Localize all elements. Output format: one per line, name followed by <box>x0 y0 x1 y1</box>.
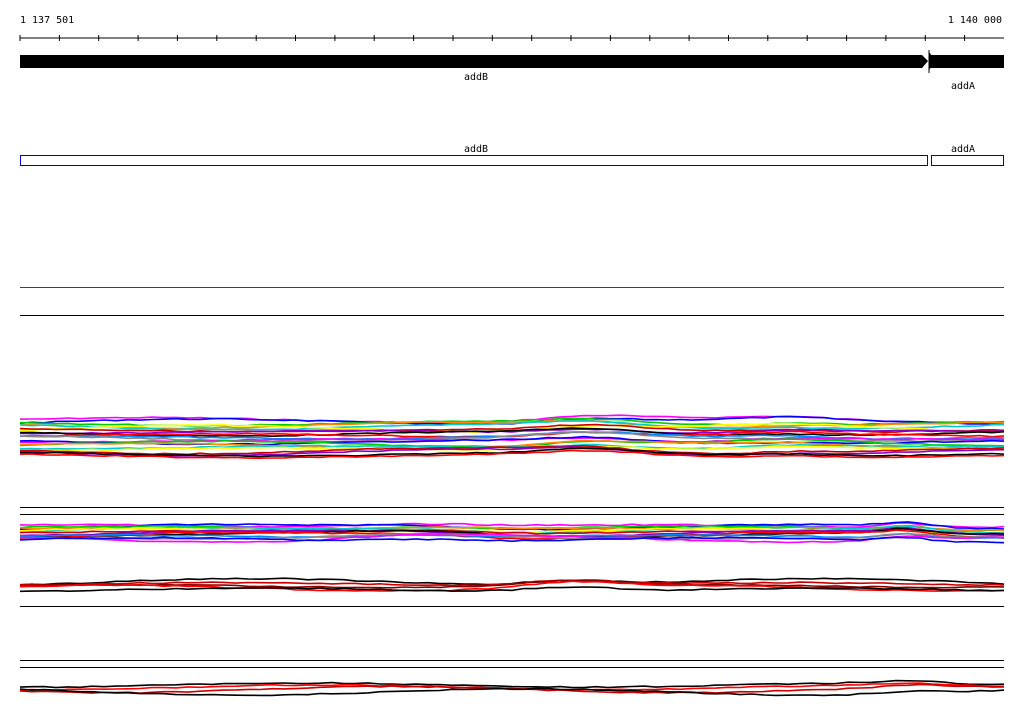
genome-browser-view[interactable]: 1 137 501 1 140 000 addB addA addB addA <box>0 0 1024 714</box>
cds-addA-box[interactable] <box>931 155 1004 166</box>
expression-profile-track-1[interactable] <box>19 414 1005 460</box>
coordinate-ruler: 1 137 501 1 140 000 <box>19 15 1004 41</box>
cds-addB-box[interactable] <box>20 155 928 166</box>
gene-addB-arrow[interactable] <box>20 55 928 68</box>
gene-addA-body[interactable] <box>930 55 1004 68</box>
gene-addA-label: addA <box>951 81 975 92</box>
profile-line <box>19 679 1005 689</box>
cds-addA-label: addA <box>951 144 975 155</box>
ruler-end-label: 1 140 000 <box>948 15 1002 26</box>
expression-profile-track-4[interactable] <box>19 679 1005 697</box>
ruler-start-label: 1 137 501 <box>20 15 74 26</box>
expression-profile-track-2[interactable] <box>19 521 1005 544</box>
gene-addB[interactable]: addB <box>20 55 928 83</box>
gene-addB-label: addB <box>464 72 488 83</box>
gene-addA[interactable]: addA <box>928 50 1004 92</box>
cds-track[interactable]: addB addA <box>20 144 1004 166</box>
gene-track[interactable]: addB addA <box>20 50 1004 92</box>
cds-addB-label: addB <box>464 144 488 155</box>
expression-profile-track-3[interactable] <box>19 577 1005 593</box>
